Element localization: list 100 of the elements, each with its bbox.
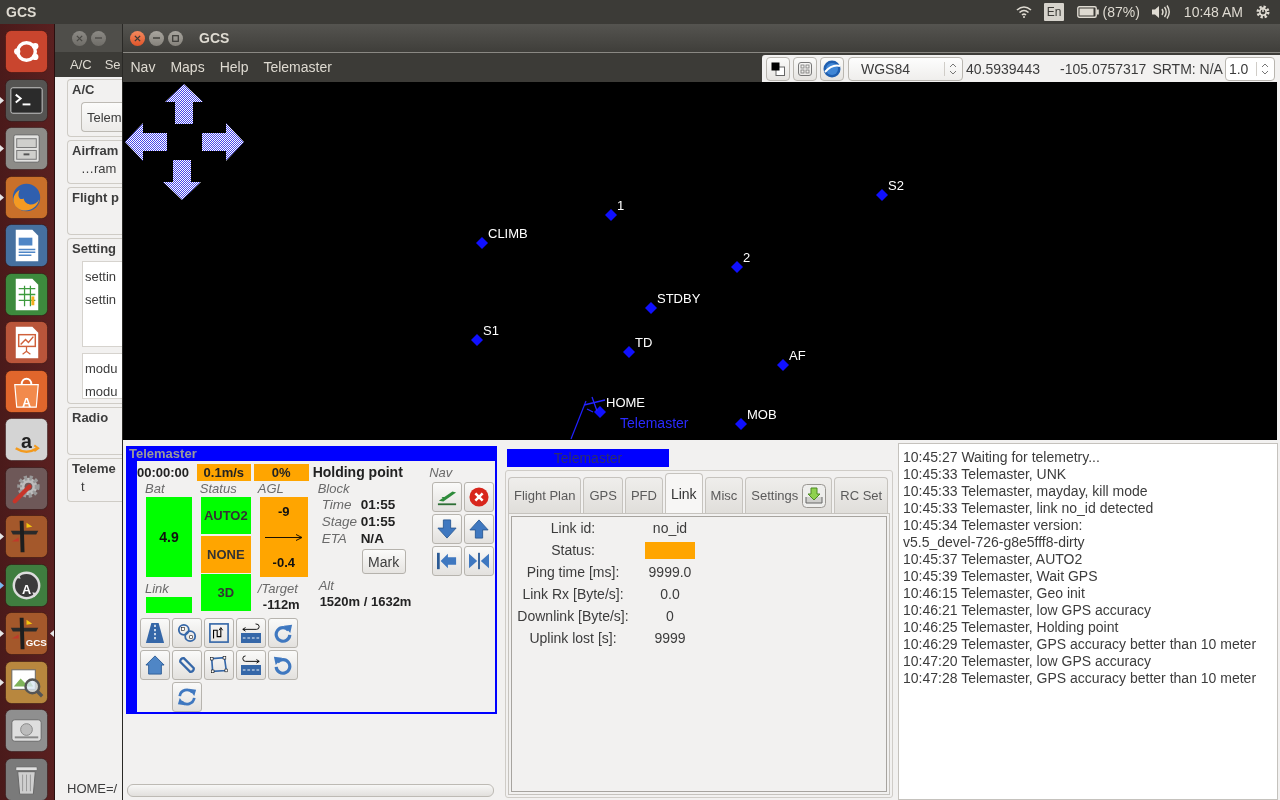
tab[interactable]: Misc [704,477,744,513]
globe-icon [823,59,841,78]
close-button[interactable] [72,30,87,46]
ground-speed-indicator: 0.1m/s [196,464,251,481]
aircraft-icon[interactable] [583,396,607,414]
list-item[interactable]: modu [85,357,123,380]
strip-button[interactable] [236,618,266,648]
circular-arrows-icon[interactable]: A [5,563,48,607]
smile-logo-icon[interactable]: a [5,418,48,461]
presentation-icon[interactable] [5,321,48,364]
clock[interactable]: 10:48 AM [1183,4,1243,20]
status-indicator: AUTO2 [200,497,251,534]
menu-item[interactable]: Maps [162,53,213,82]
keyboard-layout-indicator[interactable]: En [1043,3,1065,21]
toolbar-button[interactable] [766,56,790,81]
down-arrow-icon[interactable] [163,160,201,200]
tab[interactable]: PFD [624,477,663,513]
block-name: Holding point [312,464,404,481]
minimize-button[interactable] [149,30,164,46]
speaker-icon[interactable] [1151,5,1171,19]
terminal-icon[interactable] [5,78,48,122]
waypoint-label: MOB [747,407,777,422]
menu-item[interactable]: Se [104,57,121,72]
field-value: 01:55 [360,497,397,513]
tab[interactable]: RC Set [834,477,889,513]
menu-item[interactable]: Nav [123,53,163,82]
close-button[interactable] [130,30,145,46]
mark-button[interactable]: Mark [361,549,406,574]
strip-button[interactable] [140,618,170,648]
spreadsheet-icon[interactable] [5,272,48,316]
strip-button[interactable] [140,650,170,680]
field-label: Status [198,481,238,497]
aircraft-combo-box[interactable]: Telem [81,102,123,132]
wifi-icon[interactable] [1015,6,1032,18]
tab[interactable]: Flight Plan [508,477,582,513]
strip-button[interactable] [172,682,202,712]
spinner-arrows-icon [1255,61,1269,76]
download-icon[interactable] [802,483,827,508]
rotate-counterclockwise-icon [273,655,293,675]
strip-button[interactable] [268,618,298,648]
menu-item[interactable]: A/C [70,57,92,72]
circle-logo-icon[interactable] [5,30,48,73]
tab[interactable]: Settings [745,477,833,513]
strip-button[interactable] [172,650,202,680]
strip-title: Telemaster [128,446,197,461]
tab[interactable]: GPS [583,477,623,513]
waypoint-label: S2 [888,178,904,193]
map-view[interactable]: S2 1 CLIMB 2 STDBY S1 TD AF HOME MOB Telemaster [123,82,1277,440]
field-label: Status: [550,542,596,558]
nav-button[interactable] [464,514,495,544]
horizontal-scrollbar[interactable] [127,784,494,797]
plane-figure-icon[interactable] [5,515,48,558]
document-icon[interactable] [5,224,48,267]
polygon-path-icon [209,655,229,675]
menu-item[interactable]: Help [212,53,256,82]
maximize-button[interactable] [168,30,183,46]
converging-arrows-icon [469,551,490,571]
log-message: 10:45:27 Waiting for telemetry... [903,449,1100,466]
field-label: AGL [256,481,285,497]
list-item[interactable]: settin [85,265,123,288]
menu-item[interactable]: Telemaster [255,53,340,82]
strip-button[interactable] [204,618,234,648]
strip-button[interactable] [204,650,234,680]
up-arrow-icon[interactable] [165,84,203,124]
right-arrow-icon[interactable] [202,123,244,161]
projection-select[interactable]: WGS84 [848,56,963,81]
strip-button[interactable] [268,650,298,680]
list-item[interactable]: modu [85,380,123,403]
trash-bin-icon[interactable] [5,757,48,800]
plane-figure-icon[interactable]: GCS [5,612,48,655]
list-item[interactable]: settin [85,288,123,311]
waypoint-diamond-icon[interactable] [594,406,606,418]
gear-icon[interactable] [1255,4,1271,20]
field-label: Link Rx [Byte/s]: [521,586,625,602]
strip-button[interactable] [172,618,202,648]
nav-button[interactable] [464,482,495,512]
log-message: 10:47:28 Telemaster, GPS accuracy better than 10 meter [903,670,1257,687]
gear-wrench-icon[interactable] [5,466,48,510]
tab[interactable]: Link [664,473,703,513]
field-value: 01:55 [360,514,397,530]
drawer-icon[interactable] [5,127,48,170]
log-message: 10:45:39 Telemaster, Wait GPS [903,568,1098,585]
target-value: -112m [261,597,301,613]
window-title: GCS [199,30,230,46]
zoom-spinbox[interactable]: 1.0 [1224,56,1275,81]
throttle-indicator: 0% [253,464,309,481]
nav-button[interactable] [432,482,463,512]
left-arrow-icon[interactable] [125,123,167,161]
strip-button[interactable] [236,650,266,680]
nav-button[interactable] [432,514,463,544]
magnifier-icon[interactable] [5,660,48,704]
disk-drive-icon[interactable] [5,709,48,752]
toolbar-button[interactable] [820,56,844,81]
waypoint-label: 1 [617,198,625,213]
nav-button[interactable] [432,546,463,576]
close-icon [76,34,83,42]
nav-button[interactable] [464,546,495,576]
battery-icon[interactable] [1077,6,1100,18]
globe-icon[interactable] [5,175,48,219]
field-value: 9999 [653,630,687,646]
